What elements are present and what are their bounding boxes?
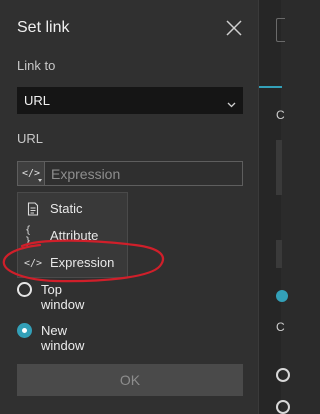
link-to-label: Link to [17,58,56,73]
ok-button[interactable]: OK [17,364,243,396]
radio-button[interactable] [17,282,32,297]
menu-item-label: Expression [50,255,115,270]
document-icon [25,201,41,217]
menu-item-static[interactable]: Static [18,196,127,222]
link-to-select[interactable]: URL [17,87,243,114]
link-type-menu: Static { } Attribute </> Expression [17,192,128,278]
menu-item-attribute[interactable]: { } Attribute [18,223,127,249]
caret-down-icon [38,179,42,182]
close-icon[interactable] [225,19,243,37]
background-label: C [276,108,285,122]
background-label: C [276,320,285,334]
background-app-strip: C C [258,0,290,414]
radio-label: Top window [41,282,85,312]
expression-type-button[interactable]: </> [18,162,45,185]
url-label: URL [17,131,44,146]
menu-item-label: Static [50,201,83,216]
dialog-title: Set link [17,19,70,36]
background-panel [276,140,282,195]
set-link-dialog: Set link Link to URL URL </> Expression [0,0,258,414]
radio-button[interactable] [17,323,32,338]
braces-icon: { } [25,225,32,247]
background-input [276,18,285,42]
background-radio [276,400,290,414]
menu-item-expression[interactable]: </> Expression [18,250,127,276]
radio-label: New window [41,323,85,353]
code-icon: </> [23,257,43,269]
link-to-value: URL [24,93,51,108]
chevron-down-icon [227,96,236,111]
menu-item-label: Attribute [50,228,99,243]
url-placeholder: Expression [51,166,121,182]
background-radio [276,368,290,382]
background-panel [276,240,282,268]
code-icon: </> [21,168,41,179]
active-tab-indicator [259,86,282,88]
url-expression-field[interactable]: </> Expression [17,161,243,186]
background-radio [276,290,288,302]
